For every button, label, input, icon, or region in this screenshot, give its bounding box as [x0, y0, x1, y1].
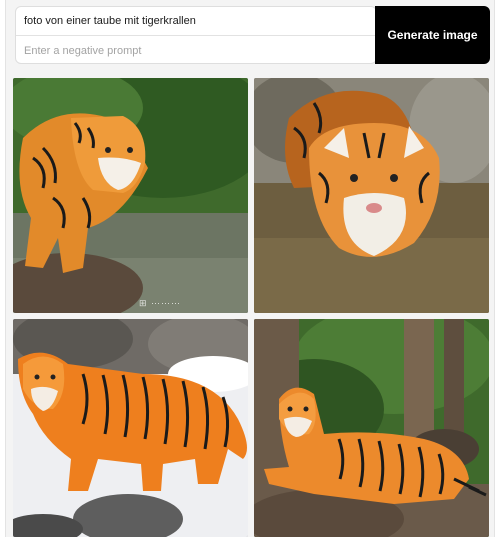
prompt-input[interactable] — [16, 7, 376, 36]
generated-image-2[interactable] — [254, 78, 489, 313]
negative-prompt-input[interactable] — [16, 36, 376, 65]
tiger-image-1 — [13, 78, 248, 313]
generate-image-button[interactable]: Generate image — [375, 6, 490, 64]
image-grid: ⊞ ⋯⋯⋯ — [13, 78, 490, 537]
generated-image-4[interactable] — [254, 319, 489, 537]
prompt-panel — [15, 6, 377, 65]
generated-image-3[interactable] — [13, 319, 248, 537]
tiger-image-3 — [13, 319, 248, 537]
image-watermark: ⊞ ⋯⋯⋯ — [139, 298, 182, 308]
generated-image-1[interactable]: ⊞ ⋯⋯⋯ — [13, 78, 248, 313]
tiger-image-4 — [254, 319, 489, 537]
tiger-image-2 — [254, 78, 489, 313]
app-panel: Generate image ⊞ ⋯⋯⋯ — [5, 0, 495, 537]
